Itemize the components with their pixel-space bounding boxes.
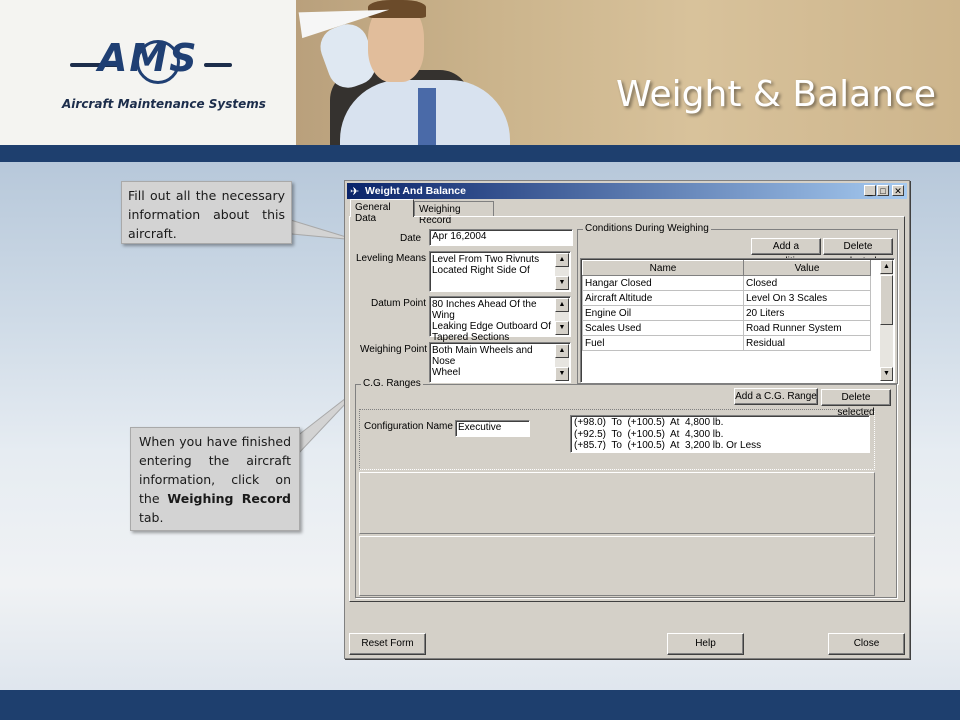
weighing-point-textarea[interactable]: Both Main Wheels and Nose Wheel ▲ ▼	[429, 342, 571, 383]
conditions-groupbox: Conditions During Weighing Add a conditi…	[577, 223, 898, 384]
scroll-down-icon[interactable]: ▼	[555, 367, 569, 381]
condition-value[interactable]: Level On 3 Scales	[743, 290, 871, 306]
value-column-header[interactable]: Value	[743, 260, 871, 276]
logo-text: AMS	[98, 36, 199, 80]
callout-text-post: tab.	[139, 510, 164, 525]
header-band	[0, 145, 960, 162]
scroll-up-icon[interactable]: ▲	[555, 253, 569, 267]
condition-value[interactable]: 20 Liters	[743, 305, 871, 321]
reset-form-button[interactable]: Reset Form	[349, 633, 426, 655]
date-label: Date	[400, 233, 422, 244]
scroll-down-icon[interactable]: ▼	[555, 321, 569, 335]
leveling-scrollbar[interactable]: ▲ ▼	[555, 253, 569, 290]
conditions-title: Conditions During Weighing	[583, 223, 711, 234]
date-input[interactable]: Apr 16,2004	[429, 229, 573, 246]
name-column-header[interactable]: Name	[582, 260, 744, 276]
cg-config-row: Configuration Name : Executive (+98.0) T…	[359, 409, 875, 470]
add-cg-range-button[interactable]: Add a C.G. Range	[734, 388, 818, 405]
cg-ranges-groupbox: C.G. Ranges Add a C.G. Range Delete sele…	[355, 378, 897, 598]
datum-point-label: Datum Point	[371, 298, 427, 309]
slide-title: Weight & Balance	[616, 74, 936, 115]
weighing-scrollbar[interactable]: ▲ ▼	[555, 344, 569, 381]
leveling-means-textarea[interactable]: Level From Two Rivnuts Located Right Sid…	[429, 251, 571, 292]
configuration-name-label: Configuration Name :	[364, 421, 459, 432]
weighing-point-text: Both Main Wheels and Nose Wheel	[432, 345, 533, 378]
slide-header: AMS Aircraft Maintenance Systems Weight …	[0, 0, 960, 145]
delete-cg-range-button[interactable]: Delete selected	[821, 389, 891, 418]
condition-name[interactable]: Engine Oil	[582, 305, 744, 321]
condition-value[interactable]: Closed	[743, 275, 871, 291]
tab-weighing-record[interactable]: Weighing Record	[414, 201, 494, 226]
window-titlebar[interactable]: ✈ Weight And Balance _ □ ✕	[347, 183, 907, 199]
datum-point-text: 80 Inches Ahead Of the Wing Leaking Edge…	[432, 299, 551, 343]
table-row[interactable]: Scales Used Road Runner System	[582, 320, 871, 336]
scroll-up-icon[interactable]: ▲	[555, 298, 569, 312]
condition-name[interactable]: Scales Used	[582, 320, 744, 336]
scroll-thumb[interactable]	[880, 275, 893, 325]
cg-empty-row-1	[359, 472, 875, 534]
conditions-table: Name Value Hangar Closed Closed Aircraft …	[582, 260, 871, 351]
scroll-up-icon[interactable]: ▲	[880, 260, 893, 274]
close-window-button[interactable]: ✕	[892, 185, 904, 196]
add-condition-button[interactable]: Add a condition	[751, 238, 821, 267]
list-item[interactable]: (+92.5) To (+100.5) At 4,300 lb.	[571, 429, 869, 441]
callout-fill-info-text: Fill out all the necessary information a…	[128, 188, 285, 241]
weight-balance-window: ✈ Weight And Balance _ □ ✕ General Data …	[344, 180, 910, 659]
cg-empty-row-2	[359, 536, 875, 596]
window-title: Weight And Balance	[365, 185, 466, 197]
configuration-name-input[interactable]: Executive	[455, 420, 530, 437]
condition-name[interactable]: Fuel	[582, 335, 744, 351]
photo-tie	[418, 88, 436, 145]
footer-band	[0, 690, 960, 720]
cg-ranges-list[interactable]: (+98.0) To (+100.5) At 4,800 lb. (+92.5)…	[570, 415, 870, 453]
table-row[interactable]: Aircraft Altitude Level On 3 Scales	[582, 290, 871, 306]
logo-swoosh-right	[204, 63, 232, 67]
list-item[interactable]: (+85.7) To (+100.5) At 3,200 lb. Or Less	[571, 440, 869, 452]
datum-scrollbar[interactable]: ▲ ▼	[555, 298, 569, 335]
condition-name[interactable]: Hangar Closed	[582, 275, 744, 291]
leveling-means-label: Leveling Means	[356, 253, 427, 264]
cg-ranges-title: C.G. Ranges	[361, 378, 423, 389]
table-row[interactable]: Hangar Closed Closed	[582, 275, 871, 291]
tab-general-data[interactable]: General Data	[350, 199, 414, 224]
table-row[interactable]: Fuel Residual	[582, 335, 871, 351]
maximize-button[interactable]: □	[877, 185, 889, 196]
table-row[interactable]: Engine Oil 20 Liters	[582, 305, 871, 321]
help-button[interactable]: Help	[667, 633, 744, 655]
logo-area: AMS Aircraft Maintenance Systems	[0, 0, 296, 145]
condition-name[interactable]: Aircraft Altitude	[582, 290, 744, 306]
conditions-scrollbar[interactable]: ▲ ▼	[880, 260, 893, 381]
general-data-panel: Date Apr 16,2004 Leveling Means Level Fr…	[349, 216, 905, 602]
condition-value[interactable]: Road Runner System	[743, 320, 871, 336]
scroll-up-icon[interactable]: ▲	[555, 344, 569, 358]
delete-condition-button[interactable]: Delete selected	[823, 238, 893, 267]
callout-weighing-record: When you have finished entering the airc…	[130, 427, 300, 531]
weighing-point-label: Weighing Point	[360, 344, 428, 355]
leveling-means-text: Level From Two Rivnuts Located Right Sid…	[432, 254, 540, 276]
scroll-down-icon[interactable]: ▼	[555, 276, 569, 290]
logo-subtitle: Aircraft Maintenance Systems	[62, 97, 266, 111]
callout-text-bold: Weighing Record	[167, 491, 291, 506]
condition-value[interactable]: Residual	[743, 335, 871, 351]
close-button[interactable]: Close	[828, 633, 905, 655]
callout-fill-info: Fill out all the necessary information a…	[121, 181, 292, 244]
conditions-grid[interactable]: Name Value Hangar Closed Closed Aircraft …	[580, 258, 895, 383]
datum-point-textarea[interactable]: 80 Inches Ahead Of the Wing Leaking Edge…	[429, 296, 571, 343]
minimize-button[interactable]: _	[864, 185, 876, 196]
app-plane-icon: ✈	[350, 186, 360, 198]
list-item[interactable]: (+98.0) To (+100.5) At 4,800 lb.	[571, 417, 869, 429]
scroll-down-icon[interactable]: ▼	[880, 367, 893, 381]
